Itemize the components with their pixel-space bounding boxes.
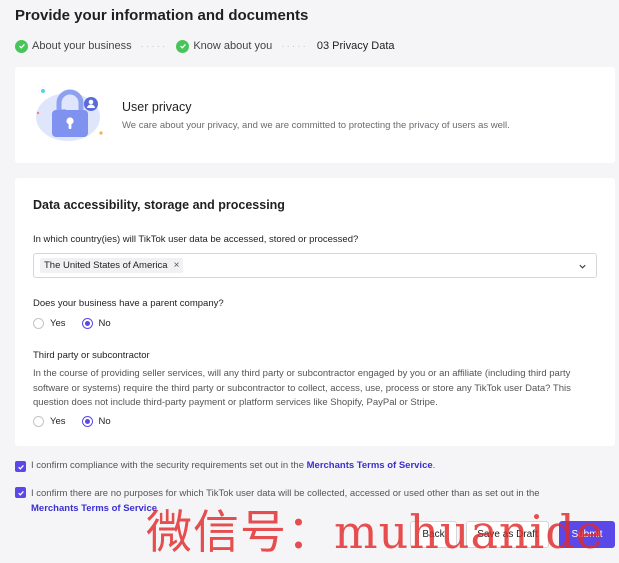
step-divider: ·····	[281, 40, 308, 52]
merchants-terms-link[interactable]: Merchants Terms of Service	[307, 460, 433, 471]
parent-company-no-radio[interactable]: No	[81, 318, 111, 329]
checkmark-icon	[17, 490, 24, 496]
security-confirmation-checkbox[interactable]	[15, 461, 26, 472]
user-privacy-title: User privacy	[122, 100, 192, 114]
country-tag-label: The United States of America	[44, 260, 168, 271]
radio-label: No	[98, 318, 111, 329]
back-button[interactable]: Back	[410, 521, 457, 548]
third-party-yes-radio[interactable]: Yes	[33, 416, 66, 427]
step-divider: ·····	[140, 40, 168, 52]
radio-circle-selected[interactable]	[81, 318, 93, 329]
remove-tag-icon[interactable]: ×	[174, 260, 180, 271]
step-privacy-data[interactable]: 03 Privacy Data	[317, 40, 395, 52]
country-question-label: In which country(ies) will TikTok user d…	[33, 234, 359, 245]
radio-label: No	[98, 416, 111, 427]
section-title: Data accessibility, storage and processi…	[33, 198, 285, 212]
country-select[interactable]: The United States of America ×	[33, 253, 597, 278]
privacy-lock-icon	[36, 89, 103, 141]
data-purpose-confirmation: I confirm there are no purposes for whic…	[15, 486, 585, 516]
merchants-terms-link[interactable]: Merchants Terms of Service	[31, 503, 157, 514]
confirmation-text: I confirm there are no purposes for whic…	[31, 488, 540, 499]
step-about-business[interactable]: About your business	[15, 39, 132, 53]
step-label: 03 Privacy Data	[316, 40, 395, 52]
save-draft-button[interactable]: Save as Draft	[466, 521, 549, 548]
confirmation-text-end: .	[432, 460, 436, 471]
third-party-radio-group: Yes No	[33, 416, 127, 427]
page-title: Provide your information and documents	[15, 7, 309, 24]
user-privacy-description: We care about your privacy, and we are c…	[122, 120, 510, 131]
third-party-question-label: Third party or subcontractor	[33, 350, 150, 361]
submit-button[interactable]: Submit	[559, 521, 615, 548]
security-confirmation: I confirm compliance with the security r…	[15, 460, 435, 472]
parent-company-yes-radio[interactable]: Yes	[33, 318, 66, 329]
user-privacy-card: User privacy We care about your privacy,…	[15, 67, 615, 163]
confirmation-text: I confirm compliance with the security r…	[31, 460, 307, 471]
radio-label: Yes	[50, 416, 66, 427]
chevron-down-icon[interactable]	[578, 262, 587, 271]
progress-steps: About your business ····· Know about you…	[15, 39, 395, 53]
step-know-about-you[interactable]: Know about you	[176, 39, 273, 53]
radio-circle-selected[interactable]	[81, 416, 93, 427]
parent-company-radio-group: Yes No	[33, 318, 127, 329]
check-circle-icon	[15, 39, 28, 53]
checkmark-icon	[17, 464, 24, 470]
data-accessibility-card: Data accessibility, storage and processi…	[15, 178, 615, 446]
check-circle-icon	[176, 39, 190, 53]
data-purpose-confirmation-checkbox[interactable]	[15, 487, 26, 498]
parent-company-question-label: Does your business have a parent company…	[33, 298, 224, 309]
radio-circle[interactable]	[33, 416, 44, 427]
step-label: Know about you	[193, 40, 273, 52]
step-label: About your business	[32, 40, 132, 52]
country-tag: The United States of America ×	[40, 258, 184, 273]
radio-label: Yes	[50, 318, 66, 329]
security-confirmation-text: I confirm compliance with the security r…	[31, 460, 435, 472]
data-purpose-confirmation-text: I confirm there are no purposes for whic…	[31, 486, 585, 516]
third-party-description: In the course of providing seller servic…	[33, 368, 571, 408]
third-party-no-radio[interactable]: No	[81, 416, 111, 427]
radio-circle[interactable]	[33, 318, 44, 329]
